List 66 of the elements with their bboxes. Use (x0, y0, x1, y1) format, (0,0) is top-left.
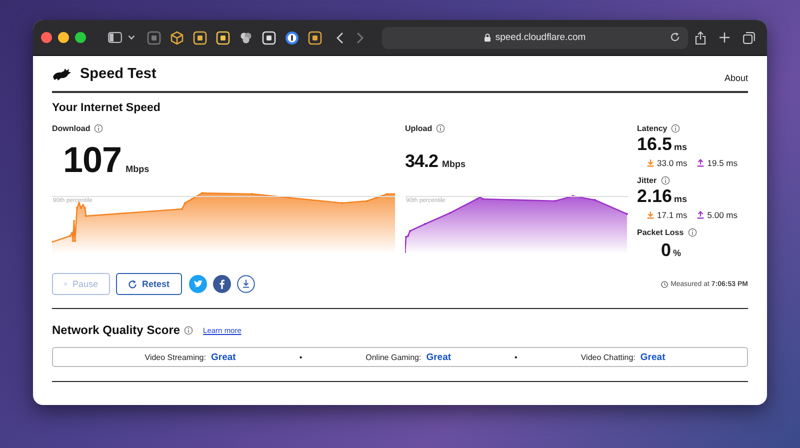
tabs-overview-icon[interactable] (743, 32, 755, 44)
lock-icon (484, 33, 492, 42)
zoom-button[interactable] (75, 32, 86, 43)
loaded-latency: 5.00 ms (707, 210, 738, 220)
metric-value: 2.16 (637, 186, 672, 207)
score-value: Great (426, 352, 452, 362)
info-icon[interactable] (184, 326, 194, 334)
chevron-down-icon[interactable] (128, 35, 135, 40)
clock-icon (660, 280, 668, 288)
cube-icon[interactable] (170, 30, 184, 44)
extension-icon[interactable] (239, 30, 253, 44)
new-tab-icon[interactable] (719, 32, 730, 43)
address-bar[interactable]: speed.cloudflare.com (382, 26, 688, 48)
speed-unit: Mbps (442, 159, 466, 169)
share-icon[interactable] (695, 30, 706, 44)
extension-icon[interactable] (193, 30, 207, 44)
score-value: Great (640, 352, 666, 362)
about-link[interactable]: About (724, 73, 748, 83)
extension-icon[interactable] (216, 30, 230, 44)
loaded-latency: 19.5 ms (707, 158, 738, 168)
sidebar-icon[interactable] (108, 32, 122, 43)
separator-dot: • (299, 352, 302, 362)
speed-value: 34.2 (405, 151, 438, 172)
minimize-button[interactable] (58, 32, 69, 43)
metric-label: Download (52, 124, 90, 132)
speed-value: 107 (63, 139, 122, 181)
info-icon[interactable] (660, 176, 670, 185)
loaded-latency: 17.1 ms (657, 210, 688, 220)
score-label: Video Streaming: (144, 352, 206, 362)
metric-unit: % (673, 248, 682, 258)
metric-unit: ms (674, 142, 688, 152)
info-icon[interactable] (671, 124, 680, 133)
metric-label: Jitter (637, 176, 657, 185)
metric-unit: ms (674, 194, 688, 204)
download-icon[interactable] (236, 275, 255, 293)
download-icon (647, 158, 654, 166)
speed-unit: Mbps (126, 164, 150, 174)
loaded-latency: 33.0 ms (657, 158, 688, 168)
section-title: Network Quality Score (52, 323, 180, 337)
score-value: Great (210, 352, 236, 362)
metric-value: 0 (661, 240, 672, 261)
back-icon[interactable] (336, 32, 344, 44)
score-label: Video Chatting: (580, 352, 636, 362)
upload-icon (697, 210, 704, 218)
metric-label: Packet Loss (637, 228, 684, 237)
facebook-icon[interactable] (212, 275, 231, 293)
section-title: Your Internet Speed (52, 102, 162, 114)
download-icon (647, 210, 654, 218)
info-icon[interactable] (688, 228, 697, 237)
close-button[interactable] (41, 32, 52, 43)
upload-icon (697, 158, 704, 166)
extension-icon[interactable] (285, 30, 299, 44)
retest-button[interactable]: Retest (116, 273, 182, 295)
separator-dot: • (514, 352, 518, 362)
metric-label: Latency (637, 124, 668, 133)
info-icon[interactable] (94, 124, 104, 132)
forward-icon[interactable] (356, 32, 364, 44)
metric-value: 16.5 (637, 134, 672, 155)
refresh-icon (128, 280, 137, 288)
site-title: Speed Test (80, 66, 156, 82)
twitter-icon[interactable] (188, 275, 207, 293)
info-icon[interactable] (436, 124, 446, 132)
score-label: Online Gaming: (366, 352, 422, 362)
reload-icon[interactable] (670, 32, 680, 42)
extension-icon[interactable] (308, 30, 322, 44)
metric-label: Upload (405, 124, 432, 132)
